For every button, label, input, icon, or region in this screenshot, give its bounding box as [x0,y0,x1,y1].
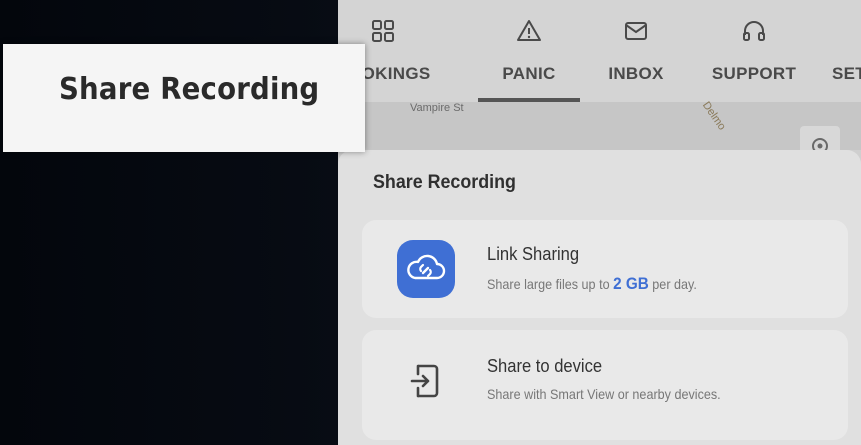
zoomed-title-callout: Share Recording [3,44,365,152]
desc-before: Share large files up to [487,276,610,292]
phone-screen: BOOKINGS PANIC INBOX SUPPORT SET Vampire… [338,0,861,445]
option-description: Share with Smart View or nearby devices. [487,386,721,402]
desc-after: per day. [652,276,697,292]
map-preview[interactable]: Vampire St Delmo [338,99,861,166]
mail-icon [625,22,647,40]
tab-panic[interactable]: PANIC [478,0,580,102]
cloud-link-icon [397,240,455,298]
tab-settings[interactable]: SETTINGS [832,0,861,102]
tab-label: SETTINGS [832,64,861,83]
tab-support[interactable]: SUPPORT [694,0,814,102]
top-nav-bar: BOOKINGS PANIC INBOX SUPPORT SET [338,0,861,102]
map-street-label: Vampire St [410,102,464,114]
callout-title: Share Recording [59,72,320,107]
tab-label: INBOX [608,64,664,83]
share-to-device-option[interactable]: Share to device Share with Smart View or… [362,330,848,440]
screen: Share Recording BOOKINGS PANIC INBOX SUP… [0,0,861,445]
map-road-label: Delmo [699,99,728,133]
size-limit-highlight: 2 GB [613,274,649,293]
sheet-title: Share Recording [373,172,516,193]
tab-inbox[interactable]: INBOX [588,0,684,102]
option-title: Share to device [487,356,603,376]
tab-label: PANIC [502,64,556,83]
headphones-icon [743,21,765,41]
tab-label: SUPPORT [711,64,797,83]
option-description: Share large files up to 2 GB per day. [487,274,697,294]
share-recording-sheet: Share Recording Link Sharing Share large… [338,150,861,445]
warning-triangle-icon [517,20,541,41]
grid-icon [372,20,394,42]
option-title: Link Sharing [487,244,580,264]
share-device-icon [410,364,439,398]
link-sharing-option[interactable]: Link Sharing Share large files up to 2 G… [362,220,848,318]
